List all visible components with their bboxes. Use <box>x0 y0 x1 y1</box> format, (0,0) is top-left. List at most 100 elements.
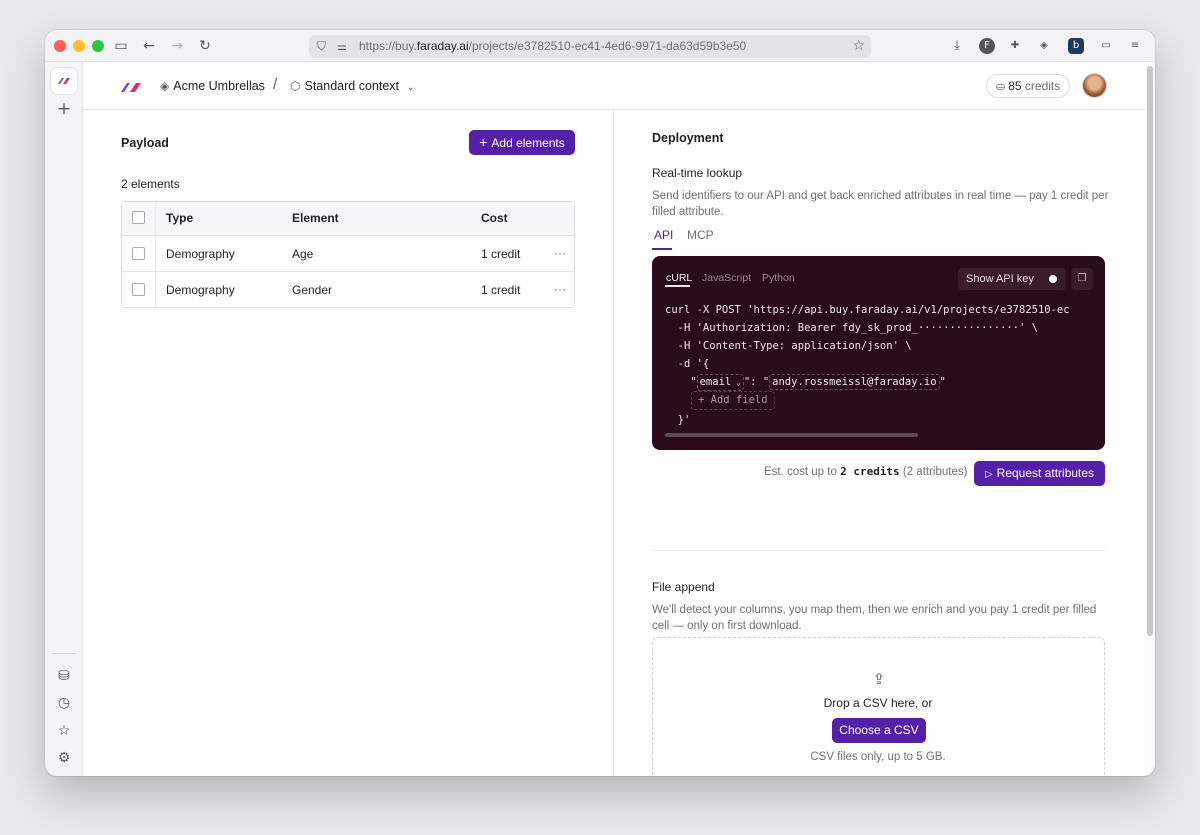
show-api-key-label: Show API key <box>966 273 1034 285</box>
extension-b-icon[interactable]: b <box>1068 38 1084 54</box>
zoom-window-button[interactable] <box>92 40 104 52</box>
elements-table: Type Element Cost Demography Age 1 credi… <box>121 201 575 308</box>
code-snippet-panel: cURL JavaScript Python Show API key ❐ cu… <box>652 256 1105 450</box>
field-key-select[interactable]: email ⌄ <box>696 374 744 391</box>
column-header-cost[interactable]: Cost <box>481 202 508 235</box>
context-name: Standard context <box>304 79 399 93</box>
column-divider <box>155 202 156 235</box>
request-attributes-button[interactable]: ▷ Request attributes <box>974 461 1105 486</box>
row-element: Age <box>292 247 314 261</box>
user-avatar[interactable] <box>1083 74 1106 97</box>
menu-icon[interactable]: ≡ <box>1127 38 1143 54</box>
section-divider <box>652 550 1105 551</box>
code-field-line: " email ⌄ ": " andy.rossmeissl@faraday.io " <box>665 374 946 391</box>
database-icon[interactable]: ⛁ <box>54 666 74 686</box>
close-window-button[interactable] <box>54 40 66 52</box>
app-logo-button[interactable] <box>51 68 77 94</box>
csv-dropzone[interactable]: ⇪ Drop a CSV here, or Choose a CSV CSV f… <box>652 637 1105 776</box>
credits-label: credits <box>1024 79 1061 93</box>
code-tab-indicator <box>665 285 690 287</box>
chevron-down-icon: ⌄ <box>731 378 741 387</box>
file-append-description: We'll detect your columns, you map them,… <box>652 602 1112 634</box>
shield-icon[interactable]: ⛉ <box>317 35 326 58</box>
sidebar-toggle-icon[interactable]: ▭ <box>111 36 131 56</box>
tab-api[interactable]: API <box>654 228 673 242</box>
row-checkbox[interactable] <box>132 247 145 260</box>
back-icon[interactable]: ← <box>139 36 159 56</box>
cube-icon: ⬡ <box>290 79 301 93</box>
choose-csv-button[interactable]: Choose a CSV <box>832 718 926 743</box>
bookmark-star-icon[interactable]: ☆ <box>852 35 865 58</box>
credits-badge[interactable]: ⛀ 85 credits <box>986 74 1071 98</box>
history-clock-icon[interactable]: ◷ <box>54 693 74 713</box>
code-tab-curl[interactable]: cURL <box>666 272 692 284</box>
field-key: email <box>699 376 732 388</box>
drop-text: Drop a CSV here, or <box>823 696 933 710</box>
code-line: -H 'Content-Type: application/json' \ <box>665 340 912 352</box>
faraday-logo-icon <box>58 78 70 84</box>
brand-logo[interactable] <box>121 80 143 98</box>
app-header: ◈ Acme Umbrellas / ⬡ Standard context ⌄ ⛀ 8… <box>83 62 1145 110</box>
favorites-star-icon[interactable]: ☆ <box>54 721 74 741</box>
file-desc-line: cell — only on first download. <box>652 620 802 632</box>
deployment-title: Deployment <box>652 131 724 145</box>
browser-window: ▭ ← → ↻ ⛉ ⚌ https://buy.faraday.ai/proje… <box>45 30 1155 776</box>
row-type: Demography <box>166 247 235 261</box>
reload-icon[interactable]: ↻ <box>195 36 215 56</box>
breadcrumb-separator: / <box>273 76 278 93</box>
scrollbar-thumb[interactable] <box>1147 66 1153 636</box>
field-value-input[interactable]: andy.rossmeissl@faraday.io <box>769 374 940 390</box>
row-checkbox[interactable] <box>132 283 145 296</box>
permissions-icon[interactable]: ⚌ <box>337 35 347 58</box>
tab-view-icon[interactable]: ▭ <box>1098 38 1114 54</box>
code-tab-javascript[interactable]: JavaScript <box>702 272 751 284</box>
column-header-element[interactable]: Element <box>292 202 339 235</box>
est-value: 2 credits <box>840 465 900 478</box>
code-line: }' <box>665 414 691 426</box>
select-all-checkbox[interactable] <box>132 211 145 224</box>
downloads-icon[interactable]: ⤓ <box>949 38 965 54</box>
workspace-name: Acme Umbrellas <box>173 79 265 93</box>
est-suffix: (2 attributes) <box>902 466 968 478</box>
column-header-type[interactable]: Type <box>166 202 193 235</box>
layers-icon: ◈ <box>160 79 170 93</box>
table-row[interactable]: Demography Gender 1 credit ··· <box>122 271 574 307</box>
chevron-down-icon: ⌄ <box>406 82 415 93</box>
add-field-button[interactable]: + Add field <box>691 391 775 410</box>
file-desc-line: We'll detect your columns, you map them,… <box>652 604 1097 616</box>
extension-f-icon[interactable]: F <box>979 38 995 54</box>
copy-icon[interactable]: ❐ <box>1071 268 1093 290</box>
play-icon: ▷ <box>984 469 993 480</box>
url-text: https://buy.faraday.ai/projects/e3782510… <box>359 39 747 53</box>
request-attributes-label: Request attributes <box>996 466 1095 480</box>
realtime-desc-line: filled attribute. <box>652 206 724 218</box>
minimize-window-button[interactable] <box>73 40 85 52</box>
toggle-knob <box>1049 275 1057 283</box>
settings-gear-icon[interactable]: ⚙ <box>54 748 74 768</box>
column-divider <box>155 272 156 307</box>
address-bar[interactable]: ⛉ ⚌ https://buy.faraday.ai/projects/e378… <box>309 35 871 58</box>
code-tab-python[interactable]: Python <box>762 272 795 284</box>
privacy-extension-icon[interactable]: ◈ <box>1036 38 1052 54</box>
forward-icon[interactable]: → <box>167 36 187 56</box>
context-selector[interactable]: ⬡ Standard context ⌄ <box>290 77 419 97</box>
element-count: 2 elements <box>121 177 180 191</box>
code-line: -d '{ <box>665 358 710 370</box>
add-elements-label: Add elements <box>491 136 565 150</box>
browser-toolbar: ▭ ← → ↻ ⛉ ⚌ https://buy.faraday.ai/proje… <box>45 30 1155 62</box>
credits-count: 85 <box>1008 79 1022 93</box>
tab-mcp[interactable]: MCP <box>687 228 714 242</box>
workspace-breadcrumb[interactable]: ◈ Acme Umbrellas <box>160 77 265 95</box>
row-menu-icon[interactable]: ··· <box>554 272 566 306</box>
table-row[interactable]: Demography Age 1 credit ··· <box>122 235 574 271</box>
page-scrollbar[interactable] <box>1145 62 1155 776</box>
est-prefix: Est. cost up to <box>764 466 837 478</box>
add-icon[interactable]: + <box>54 99 74 119</box>
add-elements-button[interactable]: + Add elements <box>469 130 575 155</box>
estimated-cost: Est. cost up to 2 credits (2 attributes) <box>764 461 967 483</box>
show-api-key-toggle[interactable]: Show API key <box>958 268 1066 290</box>
code-scrollbar[interactable] <box>665 433 918 437</box>
row-menu-icon[interactable]: ··· <box>554 236 566 270</box>
column-divider <box>155 236 156 271</box>
extensions-puzzle-icon[interactable]: ✚ <box>1007 38 1023 54</box>
